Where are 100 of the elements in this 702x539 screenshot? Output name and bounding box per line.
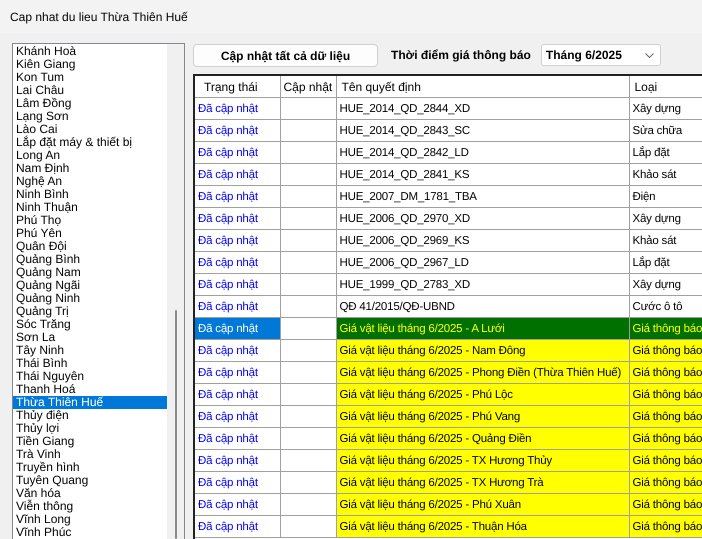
list-item[interactable]: Quân Đội	[13, 240, 167, 253]
type-cell: Khảo sát	[629, 164, 702, 186]
period-label: Thời điểm giá thông báo	[391, 47, 531, 64]
list-item[interactable]: Tuyên Quang	[13, 474, 167, 487]
status-cell: Đã cập nhật	[195, 384, 280, 406]
list-item[interactable]: Nam Định	[13, 162, 167, 175]
list-item[interactable]: Quảng Bình	[13, 253, 167, 266]
name-cell: HUE_2014_QD_2841_KS	[336, 164, 629, 186]
status-cell: Đã cập nhật	[195, 362, 280, 384]
name-cell: Giá vật liệu tháng 6/2025 - Phú Lộc	[336, 384, 629, 406]
type-cell: Cước ô tô	[629, 296, 702, 318]
name-cell: Giá vật liệu tháng 6/2025 - Nam Đông	[336, 340, 629, 362]
list-item[interactable]: Sơn La	[13, 331, 167, 344]
status-cell: Đã cập nhật	[195, 516, 280, 538]
list-item[interactable]: Phú Yên	[13, 227, 167, 240]
name-cell: HUE_2006_QD_2967_LD	[336, 252, 629, 274]
type-cell: Giá thông báo	[629, 318, 702, 340]
list-item[interactable]: Vĩnh Phúc	[13, 526, 167, 539]
list-item[interactable]: Thái Bình	[13, 357, 167, 370]
list-item[interactable]: Kiên Giang	[13, 58, 167, 71]
status-cell: Đã cập nhật	[195, 208, 280, 230]
name-cell: HUE_2006_QD_2969_KS	[336, 230, 629, 252]
type-cell: Khảo sát	[629, 230, 702, 252]
list-item[interactable]: Lắp đặt máy & thiết bị	[13, 136, 167, 149]
list-item[interactable]: Long An	[13, 149, 167, 162]
name-cell: QĐ 41/2015/QĐ-UBND	[336, 296, 629, 318]
type-cell: Giá thông báo	[629, 406, 702, 428]
status-cell: Đã cập nhật	[195, 120, 280, 142]
type-cell: Giá thông báo	[629, 428, 702, 450]
name-cell: Giá vật liệu tháng 6/2025 - Phú Xuân	[336, 494, 629, 516]
status-cell: Đã cập nhật	[195, 296, 280, 318]
status-cell: Đã cập nhật	[195, 340, 280, 362]
type-cell: Giá thông báo	[629, 472, 702, 494]
type-cell: Xây dựng	[629, 98, 702, 120]
list-item[interactable]: Thái Nguyên	[13, 370, 167, 383]
status-cell: Đã cập nhật	[195, 274, 280, 296]
status-cell: Đã cập nhật	[195, 450, 280, 472]
list-item[interactable]: Phú Thọ	[13, 214, 167, 227]
type-cell: Điện	[629, 186, 702, 208]
type-cell: Sửa chữa	[629, 120, 702, 142]
name-cell: Giá vật liệu tháng 6/2025 - TX Hương Trà	[336, 472, 629, 494]
list-item[interactable]: Sóc Trăng	[13, 318, 167, 331]
list-item[interactable]: Ninh Thuận	[13, 201, 167, 214]
name-cell: HUE_1999_QD_2783_XD	[336, 274, 629, 296]
list-item[interactable]: Lâm Đồng	[13, 97, 167, 110]
name-cell: HUE_2014_QD_2843_SC	[336, 120, 629, 142]
window-title: Cap nhat du lieu Thừa Thiên Huế	[10, 10, 188, 24]
list-item[interactable]: Thủy lợi	[13, 422, 167, 435]
status-cell: Đã cập nhật	[195, 164, 280, 186]
name-cell: Giá vật liệu tháng 6/2025 - Phong Điền (Thừa Thiên Huế)	[336, 362, 629, 384]
status-cell: Đã cập nhật	[195, 142, 280, 164]
list-item[interactable]: Ninh Bình	[13, 188, 167, 201]
type-cell: Giá thông báo	[629, 362, 702, 384]
list-item[interactable]: Viễn thông	[13, 500, 167, 513]
list-item[interactable]: Lai Châu	[13, 84, 167, 97]
period-dropdown[interactable]: Tháng 6/2025	[540, 44, 661, 66]
list-item[interactable]: Truyền hình	[13, 461, 167, 474]
list-item[interactable]: Khánh Hoà	[13, 45, 167, 58]
type-cell: Xây dựng	[629, 208, 702, 230]
name-cell: HUE_2014_QD_2844_XD	[336, 98, 629, 120]
list-item[interactable]: Quảng Trị	[13, 305, 167, 318]
status-cell: Đã cập nhật	[195, 428, 280, 450]
name-cell: HUE_2014_QD_2842_LD	[336, 142, 629, 164]
list-item[interactable]: Tây Ninh	[13, 344, 167, 357]
list-item[interactable]: Quảng Nam	[13, 266, 167, 279]
name-cell: Giá vật liệu tháng 6/2025 - TX Hương Thủy	[336, 450, 629, 472]
status-cell: Đã cập nhật	[195, 494, 280, 516]
status-cell: Đã cập nhật	[195, 472, 280, 494]
status-cell: Đã cập nhật	[195, 406, 280, 428]
list-item[interactable]: Quảng Ngãi	[13, 279, 167, 292]
chevron-down-icon	[644, 52, 654, 58]
type-cell: Giá thông báo	[629, 494, 702, 516]
province-list[interactable]	[12, 43, 185, 539]
status-cell: Đã cập nhật	[195, 252, 280, 274]
list-item[interactable]: Trà Vinh	[13, 448, 167, 461]
update-all-button[interactable]: Cập nhật tất cả dữ liệu	[193, 44, 378, 67]
list-item[interactable]: Thừa Thiên Huế	[13, 396, 167, 409]
list-item[interactable]: Văn hóa	[13, 487, 167, 500]
list-item[interactable]: Kon Tum	[13, 71, 167, 84]
list-item[interactable]: Vĩnh Long	[13, 513, 167, 526]
scrollbar-thumb[interactable]	[174, 310, 176, 539]
name-cell: Giá vật liệu tháng 6/2025 - Phú Vang	[336, 406, 629, 428]
name-cell: Giá vật liệu tháng 6/2025 - Quảng Điền	[336, 428, 629, 450]
status-cell: Đã cập nhật	[195, 98, 280, 120]
list-item[interactable]: Thanh Hoá	[13, 383, 167, 396]
type-cell: Giá thông báo	[629, 340, 702, 362]
status-cell: Đã cập nhật	[195, 230, 280, 252]
list-item[interactable]: Thủy điện	[13, 409, 167, 422]
list-item[interactable]: Quảng Ninh	[13, 292, 167, 305]
list-item[interactable]: Lào Cai	[13, 123, 167, 136]
type-cell: Giá thông báo	[629, 384, 702, 406]
type-cell: Lắp đặt	[629, 142, 702, 164]
name-cell: Giá vật liệu tháng 6/2025 - Thuận Hóa	[336, 516, 629, 538]
list-item[interactable]: Lạng Sơn	[13, 110, 167, 123]
type-cell: Giá thông báo	[629, 450, 702, 472]
type-cell: Xây dựng	[629, 274, 702, 296]
name-cell: HUE_2007_DM_1781_TBA	[336, 186, 629, 208]
list-item[interactable]: Nghệ An	[13, 175, 167, 188]
list-item[interactable]: Tiền Giang	[13, 435, 167, 448]
name-cell: HUE_2006_QD_2970_XD	[336, 208, 629, 230]
